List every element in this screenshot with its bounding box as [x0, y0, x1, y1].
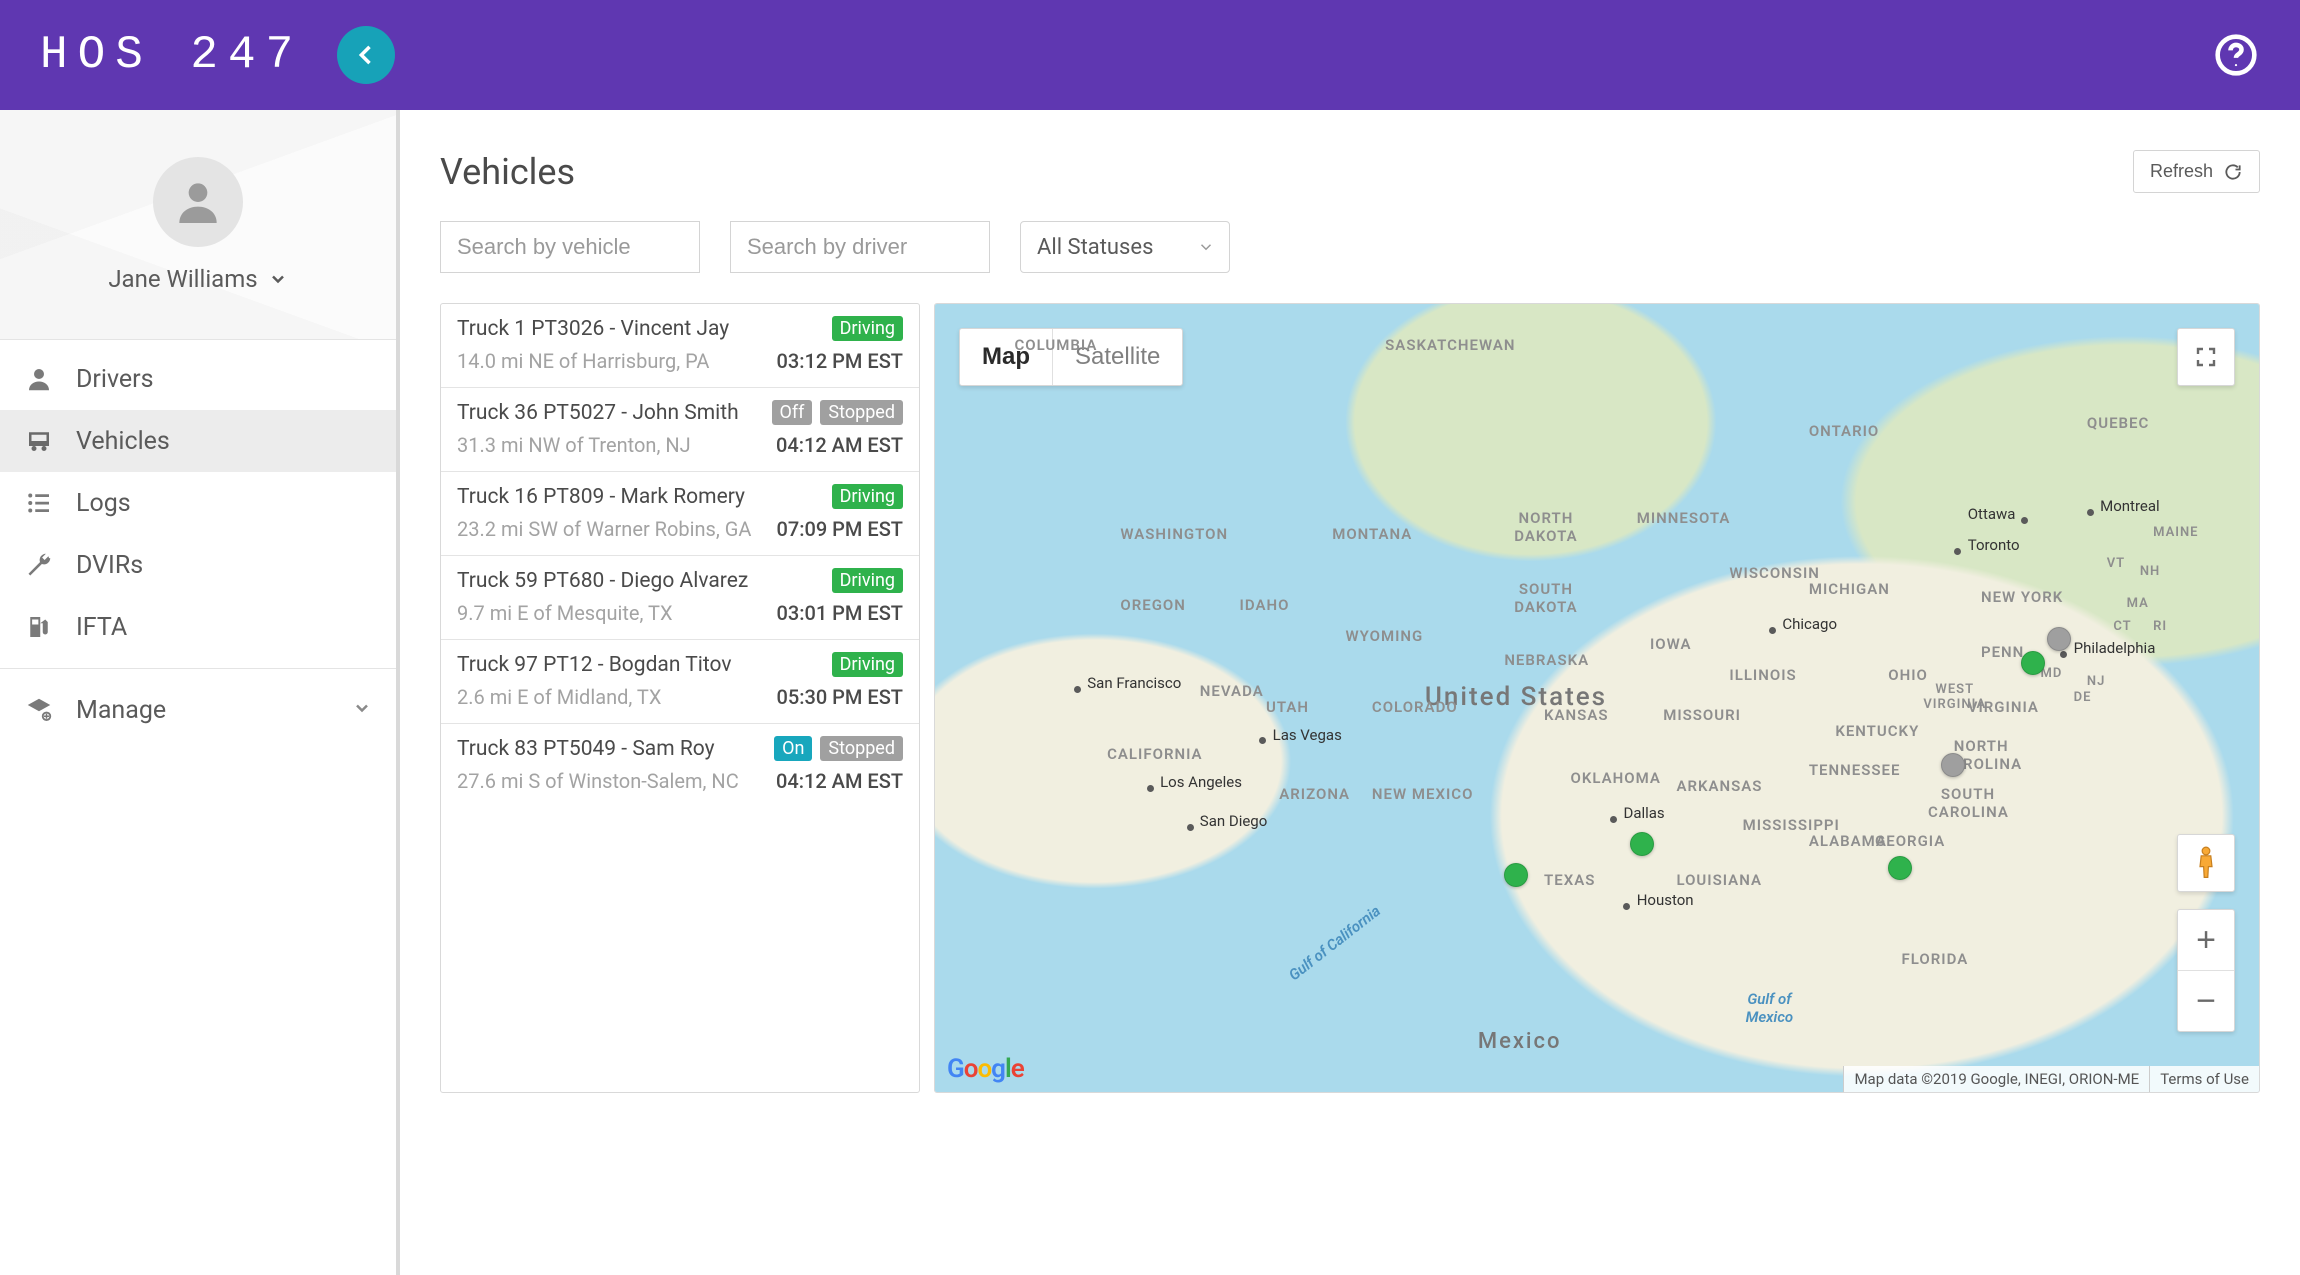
- wrench-icon: [24, 550, 54, 580]
- nav-vehicles[interactable]: Vehicles: [0, 410, 396, 472]
- status-badge: Off: [772, 400, 813, 425]
- map[interactable]: Map Satellite + −: [934, 303, 2260, 1093]
- vehicle-location: 31.3 mi NW of Trenton, NJ: [457, 433, 776, 457]
- vehicle-location: 23.2 mi SW of Warner Robins, GA: [457, 517, 776, 541]
- user-menu[interactable]: Jane Williams: [108, 265, 287, 293]
- topbar: HOS 247: [0, 0, 2300, 110]
- map-marker[interactable]: [1630, 832, 1654, 856]
- filters: All Statuses: [440, 221, 2260, 273]
- vehicle-list-item[interactable]: Truck 83 PT5049 - Sam Roy On Stopped 27.6 m…: [441, 724, 919, 807]
- help-button[interactable]: [2212, 31, 2260, 79]
- brand-logo: HOS 247: [40, 29, 303, 81]
- bus-icon: [24, 426, 54, 456]
- vehicle-time: 03:12 PM EST: [776, 349, 903, 373]
- status-badge: Driving: [832, 652, 903, 677]
- chevron-left-icon: [352, 41, 380, 69]
- user-icon: [170, 174, 226, 230]
- zoom-out-button[interactable]: −: [2178, 971, 2234, 1031]
- vehicle-list-item[interactable]: Truck 16 PT809 - Mark Romery Driving 23.2 …: [441, 472, 919, 556]
- sidebar: Jane Williams Drivers Vehicles Logs DVIR…: [0, 110, 400, 1275]
- nav-manage[interactable]: Manage: [0, 679, 396, 741]
- zoom-controls: + −: [2177, 909, 2235, 1032]
- status-badge: On: [774, 736, 812, 761]
- vehicle-title: Truck 1 PT3026 - Vincent Jay: [457, 317, 824, 341]
- map-attribution: Map data ©2019 Google, INEGI, ORION-ME T…: [1843, 1066, 2259, 1092]
- vehicle-title: Truck 97 PT12 - Bogdan Titov: [457, 653, 824, 677]
- fullscreen-icon: [2194, 345, 2218, 369]
- vehicle-list[interactable]: Truck 1 PT3026 - Vincent Jay Driving 14.0 …: [440, 303, 920, 1093]
- profile-block: Jane Williams: [0, 110, 396, 340]
- status-badge: Driving: [832, 484, 903, 509]
- vehicle-title: Truck 59 PT680 - Diego Alvarez: [457, 569, 824, 593]
- map-view-button[interactable]: Map: [960, 329, 1052, 385]
- zoom-in-button[interactable]: +: [2178, 910, 2234, 970]
- help-icon: [2214, 33, 2258, 77]
- vehicle-time: 04:12 AM EST: [776, 433, 903, 457]
- map-marker[interactable]: [1888, 856, 1912, 880]
- driver-icon: [24, 364, 54, 394]
- title-row: Vehicles Refresh: [440, 150, 2260, 193]
- nav-ifta[interactable]: IFTA: [0, 596, 396, 658]
- vehicle-location: 14.0 mi NE of Harrisburg, PA: [457, 349, 776, 373]
- status-filter[interactable]: All Statuses: [1020, 221, 1230, 273]
- page-title: Vehicles: [440, 151, 575, 193]
- google-logo: Google: [947, 1054, 1024, 1084]
- vehicle-location: 2.6 mi E of Midland, TX: [457, 685, 776, 709]
- vehicle-time: 03:01 PM EST: [776, 601, 903, 625]
- nav-manage-label: Manage: [76, 696, 166, 725]
- main: Vehicles Refresh All Statuses Truck 1 PT…: [400, 110, 2300, 1275]
- nav-logs-label: Logs: [76, 489, 131, 518]
- vehicle-list-item[interactable]: Truck 59 PT680 - Diego Alvarez Driving 9.7…: [441, 556, 919, 640]
- satellite-view-button[interactable]: Satellite: [1053, 329, 1182, 385]
- chevron-down-icon: [352, 698, 372, 718]
- streetview-button[interactable]: [2177, 834, 2235, 892]
- nav-ifta-label: IFTA: [76, 613, 127, 642]
- username: Jane Williams: [108, 265, 257, 293]
- nav-drivers-label: Drivers: [76, 365, 154, 394]
- status-badge: Stopped: [820, 400, 903, 425]
- nav-logs[interactable]: Logs: [0, 472, 396, 534]
- vehicle-list-item[interactable]: Truck 1 PT3026 - Vincent Jay Driving 14.0 …: [441, 304, 919, 388]
- search-vehicle-input[interactable]: [440, 221, 700, 273]
- pegman-icon: [2191, 845, 2221, 881]
- vehicle-title: Truck 16 PT809 - Mark Romery: [457, 485, 824, 509]
- nav-vehicles-label: Vehicles: [76, 427, 170, 456]
- nav-manage-expand: [352, 696, 372, 725]
- vehicle-title: Truck 36 PT5027 - John Smith: [457, 401, 764, 425]
- vehicle-list-item[interactable]: Truck 97 PT12 - Bogdan Titov Driving 2.6 m…: [441, 640, 919, 724]
- fullscreen-button[interactable]: [2177, 328, 2235, 386]
- search-driver-input[interactable]: [730, 221, 990, 273]
- refresh-icon: [2223, 162, 2243, 182]
- vehicle-title: Truck 83 PT5049 - Sam Roy: [457, 737, 766, 761]
- nav-divider: [0, 668, 396, 669]
- vehicle-list-item[interactable]: Truck 36 PT5027 - John Smith Off Stopped 31…: [441, 388, 919, 472]
- vehicle-time: 07:09 PM EST: [776, 517, 903, 541]
- status-badge: Stopped: [820, 736, 903, 761]
- terms-link[interactable]: Terms of Use: [2149, 1066, 2259, 1092]
- refresh-button[interactable]: Refresh: [2133, 150, 2260, 193]
- vehicle-time: 05:30 PM EST: [776, 685, 903, 709]
- vehicle-location: 27.6 mi S of Winston-Salem, NC: [457, 769, 776, 793]
- nav: Drivers Vehicles Logs DVIRs IFTA Manag: [0, 340, 396, 741]
- refresh-label: Refresh: [2150, 161, 2213, 182]
- vehicle-location: 9.7 mi E of Mesquite, TX: [457, 601, 776, 625]
- nav-dvirs[interactable]: DVIRs: [0, 534, 396, 596]
- fuel-icon: [24, 612, 54, 642]
- map-canvas: [935, 304, 2259, 1092]
- vehicle-time: 04:12 AM EST: [776, 769, 903, 793]
- nav-drivers[interactable]: Drivers: [0, 348, 396, 410]
- avatar: [153, 157, 243, 247]
- manage-icon: [24, 695, 54, 725]
- map-marker[interactable]: [2021, 651, 2045, 675]
- status-filter-value: All Statuses: [1037, 235, 1153, 260]
- nav-dvirs-label: DVIRs: [76, 551, 143, 580]
- chevron-down-icon: [268, 269, 288, 289]
- sidebar-collapse-button[interactable]: [337, 26, 395, 84]
- status-badge: Driving: [832, 316, 903, 341]
- status-badge: Driving: [832, 568, 903, 593]
- map-type-toggle: Map Satellite: [959, 328, 1183, 386]
- list-icon: [24, 488, 54, 518]
- chevron-down-icon: [1197, 238, 1215, 256]
